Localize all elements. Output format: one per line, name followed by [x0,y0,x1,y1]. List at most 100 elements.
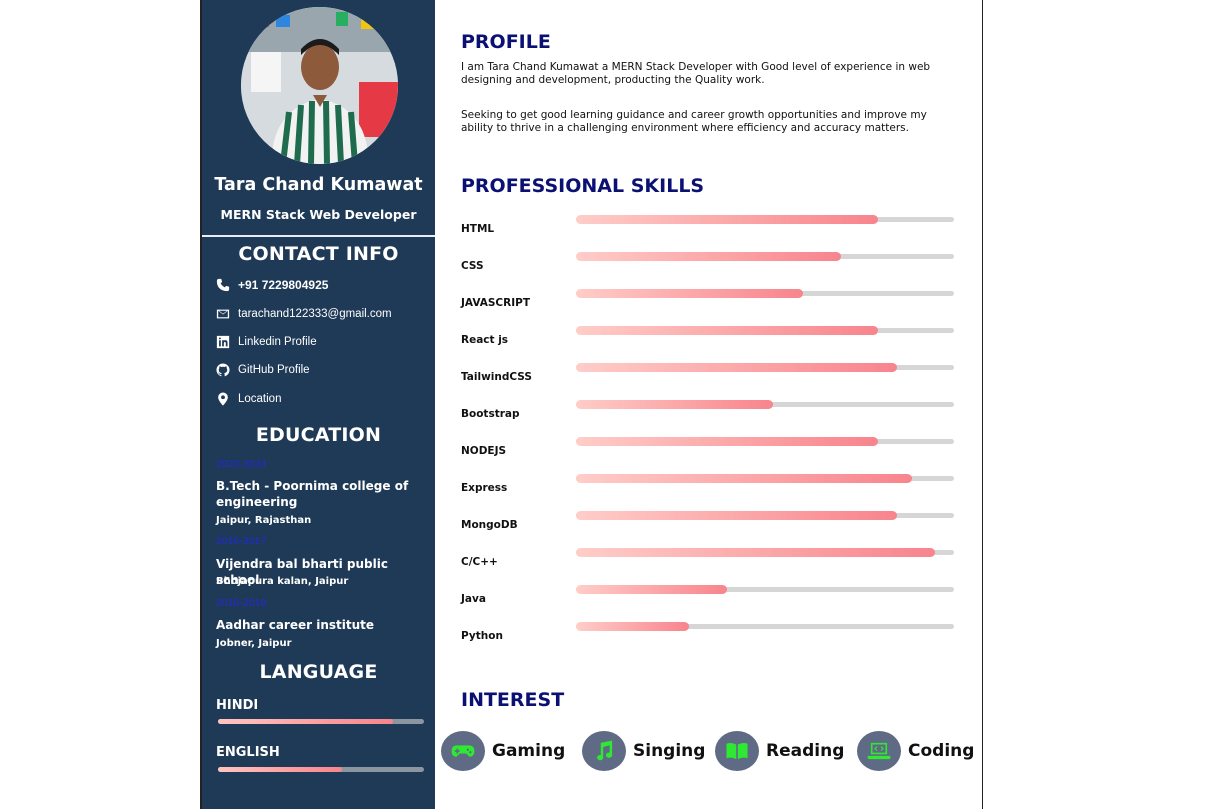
location-link: Location [238,393,282,405]
skill-bar-track [576,400,954,409]
skill-name: Java [461,593,486,605]
skill-name: Python [461,630,503,642]
education-place: Jobner, Jaipur [216,638,292,649]
skill-name: C/C++ [461,556,498,568]
language-heading: LANGUAGE [259,661,378,683]
skill-row: NODEJS [461,437,961,459]
github-link: GitHub Profile [238,364,310,376]
skill-bar-fill [576,548,936,557]
job-title: MERN Stack Web Developer [220,207,417,222]
interest-icon-badge [715,731,759,771]
resume-page: Tara Chand Kumawat MERN Stack Web Develo… [200,0,983,809]
education-place: Jaipur, Rajasthan [216,515,312,526]
skill-row: TailwindCSS [461,363,961,385]
skill-bar-track [576,437,954,446]
skill-bar-fill [576,437,879,446]
phone-icon [216,278,230,292]
interest-gaming: Gaming [441,731,565,771]
interest-coding: Coding [857,731,974,771]
education-years: 2018-2019 [216,597,267,609]
skill-bar-fill [576,622,690,631]
skill-bar-track [576,474,954,483]
skill-bar-fill [576,474,913,483]
education-years: 2016-2017 [216,535,267,547]
laptop-code-icon [867,742,891,760]
avatar [241,7,398,164]
skill-row: C/C++ [461,548,961,570]
interest-label: Singing [633,741,706,761]
contact-github[interactable]: GitHub Profile [216,363,310,377]
phone-number: +91 7229804925 [238,278,329,292]
skill-name: NODEJS [461,445,507,457]
skill-bar-track [576,511,954,520]
skill-bar-fill [576,511,898,520]
linkedin-icon [216,335,230,349]
skill-bar-track [576,622,954,631]
skill-bar-track [576,289,954,298]
profile-photo [241,7,398,164]
skill-bar-track [576,548,954,557]
gamepad-icon [451,745,475,757]
contact-linkedin[interactable]: Linkedin Profile [216,335,317,349]
language-bar-fill [218,767,342,772]
skill-bar-fill [576,400,773,409]
skill-name: Express [461,482,508,494]
education-place: Bhojapura kalan, Jaipur [216,576,349,587]
skill-name: JAVASCRIPT [461,297,530,309]
skill-bar-fill [576,585,728,594]
skills-heading: PROFESSIONAL SKILLS [461,175,705,197]
skill-name: MongoDB [461,519,518,531]
skill-bar-fill [576,289,803,298]
skill-bar-fill [576,326,879,335]
contact-info-heading: CONTACT INFO [238,243,399,265]
linkedin-link: Linkedin Profile [238,336,317,348]
skill-name: React js [461,334,509,346]
skill-row: React js [461,326,961,348]
skill-row: Python [461,622,961,644]
interest-icon-badge [582,731,626,771]
skill-bar-fill [576,252,841,261]
skill-row: Express [461,474,961,496]
interest-heading: INTEREST [461,689,565,711]
profile-paragraph: I am Tara Chand Kumawat a MERN Stack Dev… [461,61,931,86]
email-address: tarachand122333@gmail.com [238,308,392,320]
profile-heading: PROFILE [461,31,551,53]
skill-name: HTML [461,223,495,235]
education-school: Aadhar career institute [216,618,375,632]
education-school: B.Tech - Poornima college of engineering [216,479,409,509]
language-name: ENGLISH [216,745,280,760]
language-bar-track [218,767,424,772]
sidebar-divider [202,235,435,237]
skill-bar-fill [576,363,898,372]
music-note-icon [597,740,613,761]
skill-name: CSS [461,260,484,272]
skill-bar-track [576,585,954,594]
education-heading: EDUCATION [255,424,382,446]
language-name: HINDI [216,698,259,713]
profile-paragraph: Seeking to get good learning guidance an… [461,109,927,134]
interest-icon-badge [857,731,901,771]
location-icon [218,392,228,406]
skill-bar-track [576,363,954,372]
book-icon [726,743,748,760]
interest-label: Coding [908,741,975,761]
skill-row: CSS [461,252,961,274]
education-years: 2020-2024 [216,458,267,470]
github-icon [216,363,230,377]
interest-label: Gaming [492,741,566,761]
skill-bar-track [576,215,954,224]
mail-icon [216,309,230,319]
contact-location[interactable]: Location [216,392,281,406]
language-bar-fill [218,719,394,724]
skill-row: Java [461,585,961,607]
full-name: Tara Chand Kumawat [214,175,423,195]
skill-bar-track [576,252,954,261]
contact-phone[interactable]: +91 7229804925 [216,278,328,292]
resume-main: PROFILE I am Tara Chand Kumawat a MERN S… [437,0,983,809]
skill-row: Bootstrap [461,400,961,422]
contact-email[interactable]: tarachand122333@gmail.com [216,307,392,321]
interest-icon-badge [441,731,485,771]
skill-row: JAVASCRIPT [461,289,961,311]
interest-reading: Reading [715,731,844,771]
skill-bar-fill [576,215,879,224]
